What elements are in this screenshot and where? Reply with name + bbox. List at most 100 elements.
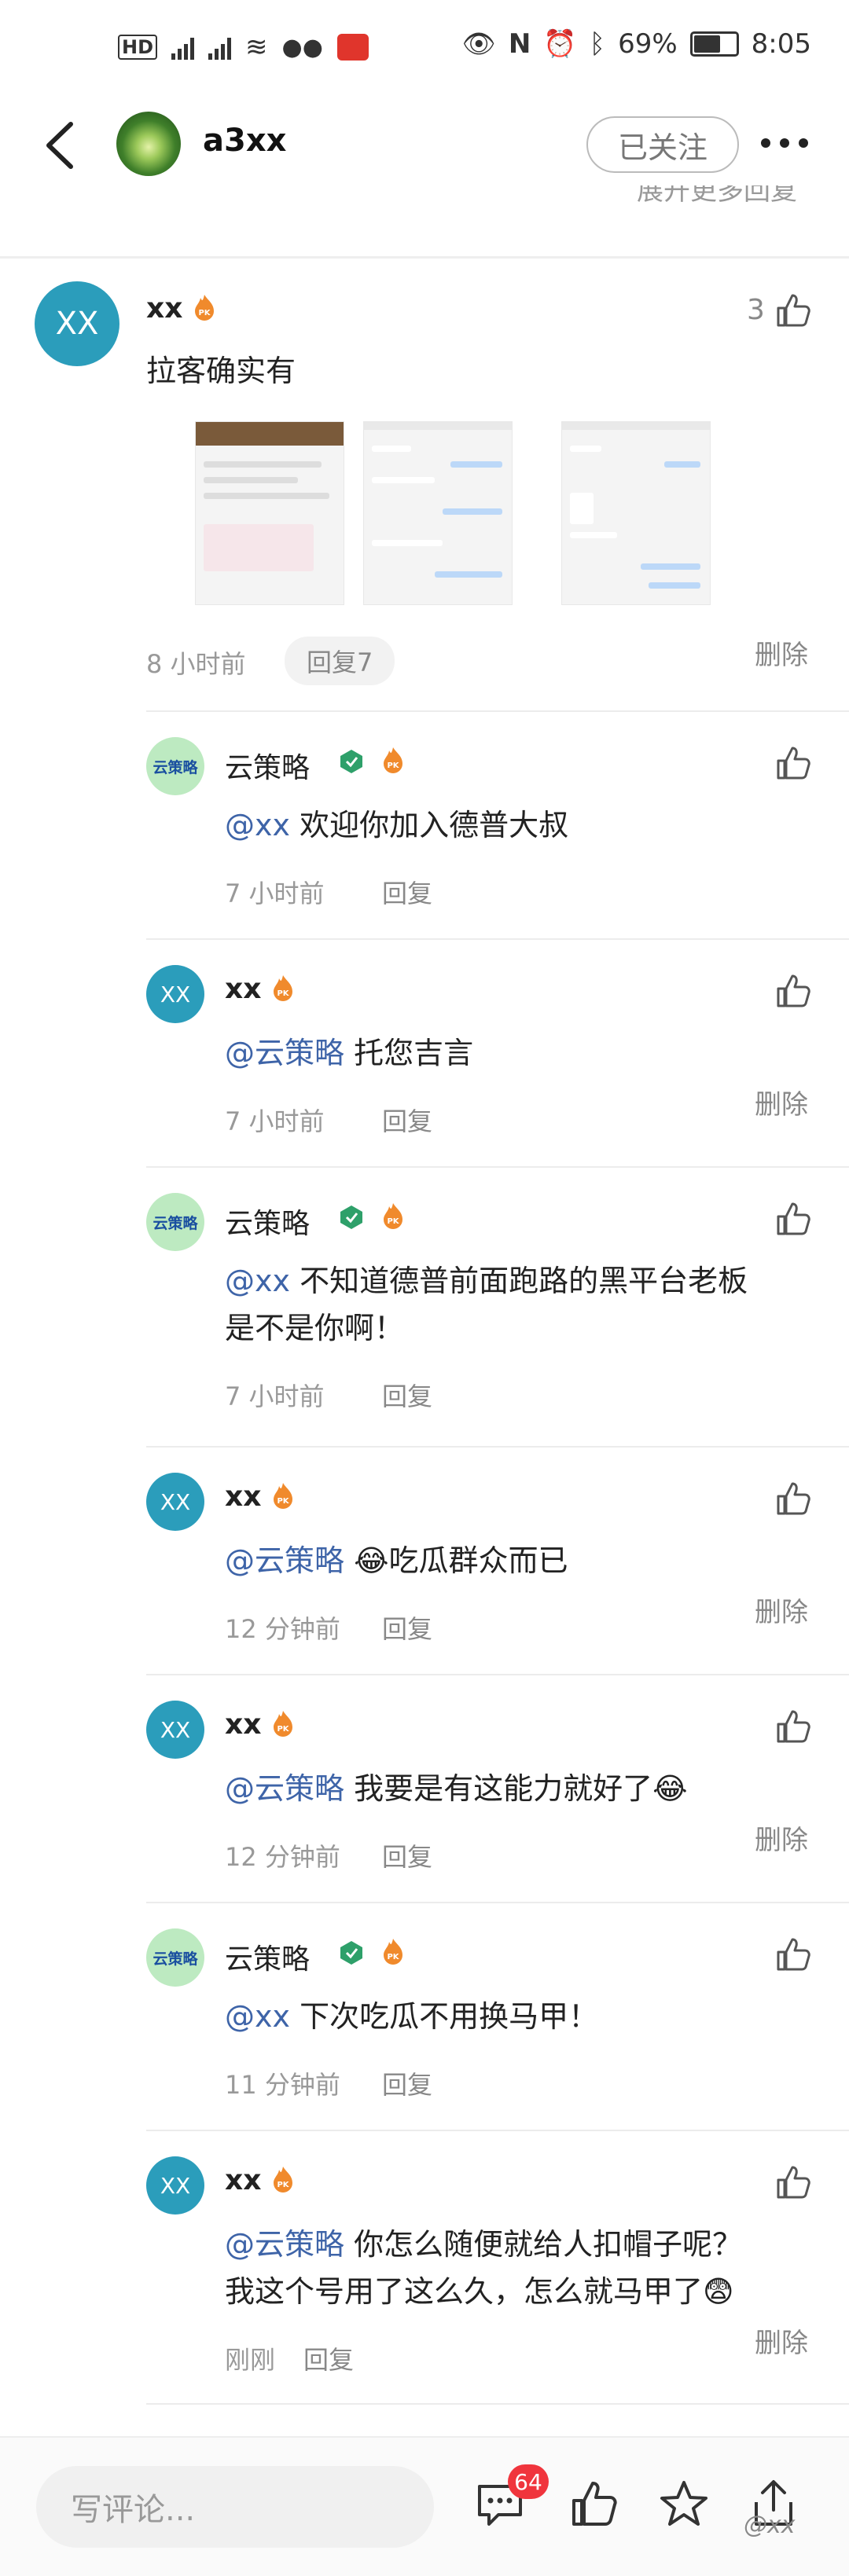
bottom-bar: 写评论... 64 (0, 2436, 849, 2576)
hd-icon: HD (118, 35, 158, 60)
svg-text:PK: PK (277, 2181, 289, 2189)
svg-text:PK: PK (387, 1217, 399, 1226)
like-icon[interactable] (569, 2479, 619, 2529)
attached-image-1[interactable] (195, 421, 344, 605)
expand-replies-link[interactable]: 展开更多回复 (637, 185, 797, 209)
attached-image-3[interactable] (561, 421, 711, 605)
reply-username[interactable]: 云策略 (225, 1936, 310, 1977)
reply-button[interactable]: 回复 (382, 1609, 432, 1646)
reply-button[interactable]: 回复 (382, 1102, 432, 1138)
status-right: 👁 N ⏰ ᛒ 69% 8:05 (462, 28, 811, 60)
delete-button[interactable]: 删除 (755, 1083, 808, 1121)
reply-username[interactable]: xx (225, 1481, 261, 1513)
top-navbar: a3xx 已关注 (0, 94, 849, 196)
reply-avatar[interactable]: XX (146, 2156, 204, 2215)
reply-username[interactable]: xx (225, 1708, 261, 1741)
reply-text: @云策略 托您吉言 (225, 1029, 473, 1077)
comment-username[interactable]: xx (146, 292, 182, 325)
pk-fire-badge-icon: PK (384, 747, 402, 773)
user-avatar[interactable] (116, 112, 181, 176)
reply-body: 我要是有这能力就好了😂 (344, 1771, 688, 1806)
reply-body: 欢迎你加入德普大叔 (289, 808, 569, 842)
reply-button[interactable]: 回复 (382, 2065, 432, 2101)
reply-count-button[interactable]: 回复7 (285, 637, 395, 685)
follow-button[interactable]: 已关注 (586, 116, 739, 173)
thumbs-up-icon[interactable] (775, 973, 811, 1009)
app-notification-icon (336, 34, 369, 61)
reply-time: 刚刚 (225, 2345, 276, 2375)
reply-text-line2: 我这个号用了这么久，怎么就马甲了😨 (225, 2274, 734, 2309)
wechat-icon: ●● (281, 33, 323, 61)
mention-link[interactable]: @云策略 (225, 2227, 344, 2262)
divider (146, 1166, 849, 1168)
svg-text:PK: PK (198, 309, 211, 317)
more-options-icon[interactable] (761, 138, 808, 148)
reply-button[interactable]: 回复 (382, 874, 432, 910)
comment-avatar[interactable]: XX (35, 281, 119, 366)
reply-body: 不知道德普前面跑路的黑平台老板 (289, 1264, 748, 1298)
thumbs-up-icon[interactable] (775, 745, 811, 781)
mention-link[interactable]: @云策略 (225, 1036, 344, 1070)
reply-body: 托您吉言 (344, 1036, 474, 1070)
mention-link[interactable]: @云策略 (225, 1771, 344, 1806)
signal-icon (171, 35, 195, 60)
reply-text: @云策略 😂吃瓜群众而已 (225, 1537, 568, 1584)
verified-badge-icon (340, 1941, 362, 1965)
battery-icon (689, 31, 739, 57)
mention-link[interactable]: @云策略 (225, 1543, 344, 1578)
delete-button[interactable]: 删除 (755, 633, 808, 672)
pk-fire-badge-icon: PK (274, 2167, 292, 2193)
reply-avatar[interactable]: XX (146, 1701, 204, 1759)
reply-text-line2: 是不是你啊！ (225, 1311, 405, 1345)
mention-link[interactable]: @xx (225, 1264, 290, 1298)
reply-time: 11 分钟前 (225, 2070, 340, 2100)
reply-avatar[interactable]: 云策略 (146, 737, 204, 795)
back-arrow-icon[interactable] (39, 118, 86, 173)
reply-avatar[interactable]: 云策略 (146, 1193, 204, 1251)
reply-text: @云策略 我要是有这能力就好了😂 (225, 1765, 688, 1812)
comment-input[interactable]: 写评论... (36, 2466, 434, 2548)
status-bar: HD ≋ ●● 👁 N ⏰ ᛒ 69% 8:05 (0, 0, 849, 94)
reply-username[interactable]: 云策略 (225, 1201, 310, 1242)
reply-username[interactable]: xx (225, 973, 261, 1005)
reply-button[interactable]: 回复 (382, 1837, 432, 1873)
reply-avatar[interactable]: XX (146, 1473, 204, 1531)
reply-text: @xx 不知道德普前面跑路的黑平台老板 (225, 1257, 748, 1305)
reply-button[interactable]: 回复 (382, 1377, 432, 1413)
svg-text:PK: PK (387, 761, 399, 770)
reply-username[interactable]: 云策略 (225, 745, 310, 786)
watermark: @xx (744, 2512, 796, 2539)
delete-button[interactable]: 删除 (755, 1818, 808, 1857)
thumbs-up-icon[interactable] (775, 292, 811, 328)
star-icon[interactable] (659, 2479, 709, 2529)
pk-fire-badge-icon: PK (274, 975, 292, 1001)
attached-image-2[interactable] (363, 421, 513, 605)
divider (0, 256, 849, 259)
thumbs-up-icon[interactable] (775, 1708, 811, 1745)
battery-fill (693, 35, 720, 53)
reply-avatar[interactable]: XX (146, 965, 204, 1023)
pk-fire-badge-icon: PK (384, 1939, 402, 1965)
verified-badge-icon (340, 1205, 362, 1229)
delete-button[interactable]: 删除 (755, 2321, 808, 2360)
like-count: 3 (747, 294, 765, 326)
delete-button[interactable]: 删除 (755, 1591, 808, 1629)
page-title[interactable]: a3xx (203, 123, 286, 159)
thumbs-up-icon[interactable] (775, 1481, 811, 1517)
reply-button[interactable]: 回复 (303, 2340, 354, 2376)
comment-count-badge: 64 (508, 2464, 549, 2499)
divider (146, 710, 849, 712)
thumbs-up-icon[interactable] (775, 1201, 811, 1237)
pk-fire-badge-icon: PK (274, 1483, 292, 1509)
alarm-icon: ⏰ (543, 28, 577, 60)
reply-text: @云策略 你怎么随便就给人扣帽子呢？ (225, 2221, 742, 2268)
mention-link[interactable]: @xx (225, 1999, 290, 2034)
thumbs-up-icon[interactable] (775, 2164, 811, 2200)
reply-username[interactable]: xx (225, 2164, 261, 2196)
pk-fire-badge-icon: PK (384, 1203, 402, 1229)
mention-link[interactable]: @xx (225, 808, 290, 842)
reply-time: 12 分钟前 (225, 1614, 340, 1644)
thumbs-up-icon[interactable] (775, 1936, 811, 1972)
comment-text: 拉客确实有 (146, 354, 296, 388)
reply-avatar[interactable]: 云策略 (146, 1928, 204, 1987)
